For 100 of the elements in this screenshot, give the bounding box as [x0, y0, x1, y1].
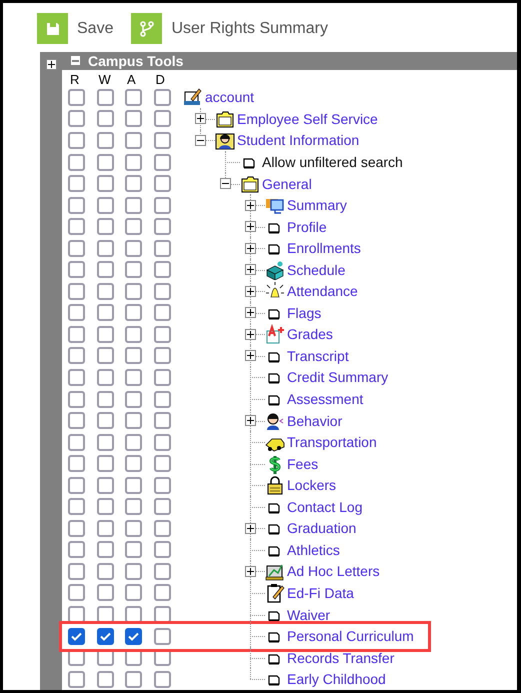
collapse-icon[interactable] [195, 134, 206, 146]
expand-icon[interactable] [245, 264, 256, 276]
checkbox[interactable] [68, 498, 85, 516]
checkbox[interactable] [68, 670, 85, 688]
checkbox[interactable] [125, 455, 142, 472]
checkbox[interactable] [96, 606, 114, 623]
checkbox[interactable] [68, 476, 85, 494]
checkbox[interactable] [68, 218, 85, 236]
checkbox[interactable] [68, 282, 85, 300]
checkbox[interactable] [96, 261, 114, 278]
expand-icon[interactable] [245, 307, 256, 318]
checkbox[interactable] [154, 628, 170, 645]
checkbox[interactable] [125, 175, 142, 192]
checkbox[interactable] [68, 541, 85, 558]
checkbox[interactable] [154, 520, 170, 537]
checkbox[interactable] [125, 218, 142, 236]
tool-link[interactable]: Records Transfer [287, 650, 394, 666]
summary-button[interactable]: User Rights Summary [131, 13, 336, 44]
expand-icon[interactable] [245, 350, 256, 362]
checkbox[interactable] [96, 476, 114, 494]
checkbox[interactable] [154, 670, 170, 688]
checkbox[interactable] [154, 175, 170, 192]
tool-link[interactable]: Summary [287, 197, 347, 214]
checkbox[interactable] [154, 476, 170, 494]
checkbox[interactable] [68, 304, 85, 322]
checkbox[interactable] [68, 347, 85, 364]
checkbox[interactable] [96, 347, 114, 364]
checkbox[interactable] [125, 132, 142, 149]
checkbox[interactable] [96, 175, 114, 192]
checkbox[interactable] [96, 304, 114, 322]
checkbox[interactable] [154, 412, 170, 430]
checkbox[interactable] [125, 154, 142, 171]
checkbox[interactable] [125, 304, 142, 322]
tool-link[interactable]: Transcript [287, 348, 349, 364]
save-button[interactable]: Save [37, 13, 122, 44]
tool-link[interactable]: Early Childhood [287, 671, 386, 688]
checkbox[interactable] [68, 562, 85, 580]
checkbox[interactable] [68, 606, 85, 623]
checkbox[interactable] [96, 498, 114, 516]
tool-link[interactable]: Schedule [287, 262, 346, 278]
checkbox[interactable] [125, 282, 142, 300]
checkbox[interactable] [68, 110, 85, 128]
expand-icon[interactable] [46, 59, 56, 70]
expand-icon[interactable] [245, 200, 256, 211]
checkbox[interactable] [68, 175, 85, 192]
checkbox[interactable] [68, 196, 85, 214]
checkbox[interactable] [96, 240, 114, 257]
expand-icon[interactable] [195, 113, 206, 124]
checkbox[interactable] [125, 390, 142, 408]
checkbox[interactable] [96, 434, 114, 451]
expand-icon[interactable] [245, 286, 256, 297]
checkbox[interactable] [125, 584, 142, 602]
checkbox[interactable] [68, 132, 85, 149]
checkbox[interactable] [125, 562, 142, 580]
checkbox[interactable] [154, 434, 170, 451]
checkbox[interactable] [68, 261, 85, 278]
checkbox[interactable] [125, 476, 142, 494]
checkbox[interactable] [125, 240, 142, 257]
checkbox[interactable] [68, 649, 85, 666]
checkbox[interactable] [154, 649, 170, 666]
tool-link[interactable]: Contact Log [287, 498, 362, 515]
checkbox[interactable] [68, 520, 85, 537]
checkbox[interactable] [68, 240, 85, 257]
tool-link[interactable]: Waiver [287, 606, 330, 622]
tool-link[interactable]: Transportation [287, 434, 377, 450]
expand-icon[interactable] [245, 566, 256, 577]
checkbox[interactable] [96, 628, 114, 645]
tool-link[interactable]: Flags [287, 304, 322, 321]
tool-link[interactable]: Ad Hoc Letters [287, 563, 380, 580]
checkbox[interactable] [154, 390, 170, 408]
checkbox[interactable] [96, 649, 114, 666]
checkbox[interactable] [68, 390, 85, 408]
checkbox[interactable] [96, 154, 114, 171]
tool-link[interactable]: Credit Summary [287, 369, 388, 386]
checkbox[interactable] [68, 434, 85, 451]
tool-link[interactable]: Personal Curriculum [287, 628, 414, 644]
checkbox[interactable] [96, 562, 114, 580]
checkbox[interactable] [68, 584, 85, 602]
checkbox[interactable] [154, 88, 170, 106]
checkbox[interactable] [125, 541, 142, 558]
checkbox[interactable] [96, 282, 114, 300]
tool-link[interactable]: Employee Self Service [237, 110, 378, 127]
checkbox[interactable] [96, 584, 114, 602]
checkbox[interactable] [154, 326, 170, 343]
tool-link[interactable]: Grades [287, 326, 333, 342]
tool-link[interactable]: Attendance [287, 283, 358, 300]
checkbox[interactable] [125, 434, 142, 451]
expand-icon[interactable] [245, 328, 256, 340]
tool-link[interactable]: Student Information [237, 132, 360, 148]
checkbox[interactable] [154, 196, 170, 214]
checkbox[interactable] [154, 240, 170, 257]
checkbox[interactable] [96, 541, 114, 558]
checkbox[interactable] [154, 218, 170, 236]
checkbox[interactable] [68, 154, 85, 171]
checkbox[interactable] [68, 412, 85, 430]
checkbox[interactable] [125, 261, 142, 278]
tool-link[interactable]: account [205, 89, 254, 106]
checkbox[interactable] [154, 498, 170, 516]
collapse-icon[interactable] [220, 178, 231, 190]
checkbox[interactable] [68, 326, 85, 343]
